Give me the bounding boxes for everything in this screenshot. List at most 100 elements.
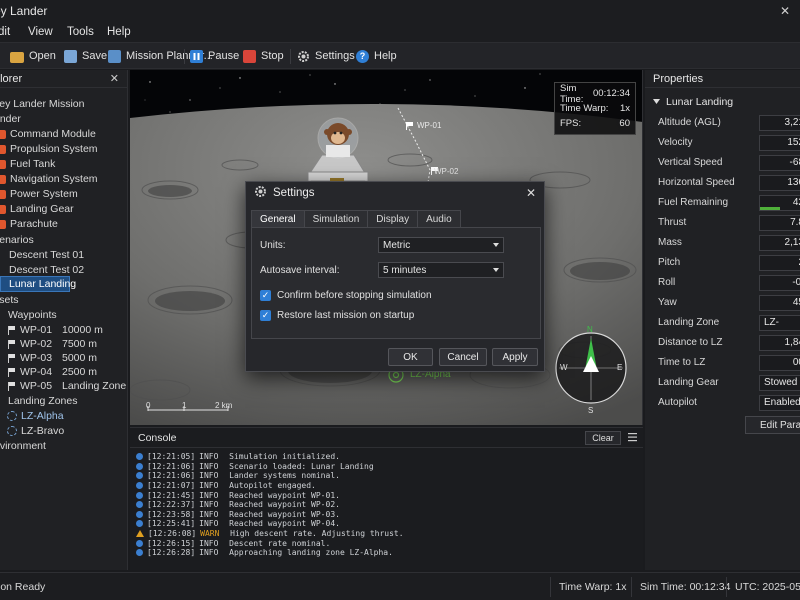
save-button[interactable]: Save [64, 47, 107, 65]
open-button[interactable]: Open [10, 47, 56, 65]
tree-item-wp01[interactable]: WP-01 10000 m [7, 323, 127, 337]
chevron-down-icon [653, 99, 660, 104]
tree-item-wp02[interactable]: WP-02 7500 m [7, 337, 127, 351]
log-line: [12:21:05] INFO Simulation initialized. [136, 452, 404, 462]
flag-icon [7, 325, 16, 335]
menu-edit[interactable]: dit [0, 26, 10, 38]
status-separator [550, 577, 551, 597]
prop-fuel: Fuel Remaining42 [645, 193, 800, 213]
ok-button[interactable]: OK [388, 348, 433, 366]
settings-button[interactable]: Settings [297, 47, 355, 65]
tree-item-navigation[interactable]: Navigation System [0, 172, 98, 186]
tree-item-propulsion[interactable]: Propulsion System [0, 142, 98, 156]
tree-item-mission[interactable]: key Lander Mission [0, 97, 84, 111]
pause-icon [190, 49, 203, 63]
confirm-stop-checkbox[interactable]: ✓ Confirm before stopping simulation [260, 290, 432, 301]
tree-item-lunar-landing[interactable]: Lunar Landing [0, 276, 76, 292]
pause-button[interactable]: Pause [190, 47, 239, 65]
checkmark-icon: ✓ [260, 290, 271, 301]
properties-section[interactable]: Lunar Landing [653, 96, 733, 108]
tree-item-landing-zones[interactable]: Landing Zones [8, 394, 77, 408]
info-icon [136, 501, 143, 509]
clear-console-button[interactable]: Clear [585, 431, 621, 445]
tree-item-fuel-tank[interactable]: Fuel Tank [0, 157, 55, 171]
menu-tools[interactable]: Tools [67, 26, 94, 38]
tree-item-power[interactable]: Power System [0, 187, 78, 201]
menu-help[interactable]: Help [107, 26, 131, 38]
console-header: Console [130, 428, 643, 448]
log-line: [12:26:08] WARN High descent rate. Adjusti… [136, 529, 404, 539]
cancel-button[interactable]: Cancel [439, 348, 487, 366]
part-icon [0, 204, 6, 214]
landing-gear-select[interactable]: Stowed [759, 375, 800, 391]
folder-icon [10, 51, 24, 63]
close-panel-icon[interactable]: ✕ [110, 72, 119, 85]
info-icon [136, 472, 143, 480]
prop-mass: Mass2,13 [645, 233, 800, 253]
hamburger-menu-icon[interactable] [628, 432, 637, 442]
tab-general[interactable]: General [251, 210, 305, 227]
prop-value[interactable]: 45 [759, 295, 800, 311]
info-icon [136, 549, 143, 557]
tab-audio[interactable]: Audio [417, 210, 461, 227]
tree-item-wp04[interactable]: WP-04 2500 m [7, 365, 127, 379]
prop-value[interactable]: 3,21 [759, 115, 800, 131]
tab-display[interactable]: Display [367, 210, 419, 227]
part-icon [0, 174, 6, 184]
tree-item-assets[interactable]: ssets [0, 293, 19, 307]
prop-value[interactable]: 1,84 [759, 335, 800, 351]
chevron-down-icon [493, 268, 499, 272]
prop-value[interactable]: -68 [759, 155, 800, 171]
prop-value[interactable]: 00 [759, 355, 800, 371]
status-separator [631, 577, 632, 597]
units-select[interactable]: Metric [378, 237, 504, 253]
help-button[interactable]: ? Help [356, 47, 397, 65]
close-icon[interactable]: ✕ [526, 186, 536, 200]
tab-simulation[interactable]: Simulation [303, 210, 369, 227]
status-bar: ion Ready Time Warp: 1x Sim Time: 00:12:… [0, 572, 800, 600]
sim-time-value: 00:12:34 [593, 88, 630, 99]
restore-mission-checkbox[interactable]: ✓ Restore last mission on startup [260, 310, 414, 321]
prop-value[interactable]: 2,13 [759, 235, 800, 251]
tree-item-descent-01[interactable]: Descent Test 01 [9, 248, 84, 262]
tree-item-waypoints[interactable]: Waypoints [8, 308, 57, 322]
tree-item-parachute[interactable]: Parachute [0, 217, 58, 231]
prop-pitch: Pitch2 [645, 253, 800, 273]
part-icon [0, 144, 6, 154]
stop-button[interactable]: Stop [243, 47, 284, 65]
scale-0: 0 [146, 401, 151, 410]
tree-item-landing-gear[interactable]: Landing Gear [0, 202, 74, 216]
close-window-icon[interactable]: ✕ [770, 0, 800, 22]
autopilot-select[interactable]: Enabled [759, 395, 800, 411]
fuel-bar[interactable]: 42 [759, 195, 800, 211]
log-line: [12:21:06] INFO Lander systems nominal. [136, 471, 404, 481]
tree-item-wp05[interactable]: WP-05 Landing Zone [7, 379, 127, 393]
tree-item-lander[interactable]: ander [0, 112, 21, 126]
autosave-select[interactable]: 5 minutes [378, 262, 504, 278]
target-icon [7, 426, 17, 436]
tree-item-lz-bravo[interactable]: LZ-Bravo [7, 424, 64, 438]
tree-item-lz-alpha[interactable]: LZ-Alpha [7, 409, 64, 423]
part-icon [0, 189, 6, 199]
status-time-warp: Time Warp: 1x [559, 581, 627, 593]
tree-item-environment[interactable]: nvironment [0, 439, 46, 453]
compass-w: W [560, 363, 568, 372]
tree-item-command-module[interactable]: Command Module [0, 127, 96, 141]
prop-distance-lz: Distance to LZ1,84 [645, 333, 800, 353]
menu-view[interactable]: View [28, 26, 53, 38]
log-line: [12:26:28] INFO Approaching landing zone L… [136, 548, 404, 558]
tree-item-wp03[interactable]: WP-03 5000 m [7, 351, 127, 365]
tree-item-descent-02[interactable]: Descent Test 02 [9, 263, 84, 277]
prop-value[interactable]: 136 [759, 175, 800, 191]
prop-value[interactable]: -0. [759, 275, 800, 291]
prop-value[interactable]: 2 [759, 255, 800, 271]
landing-zone-select[interactable]: LZ-Alpha [759, 315, 800, 331]
planner-icon [108, 49, 121, 63]
prop-value[interactable]: 152 [759, 135, 800, 151]
part-icon [0, 219, 6, 229]
waypoint-label-wp02: WP-02 [434, 167, 459, 176]
apply-button[interactable]: Apply [492, 348, 538, 366]
edit-parameters-button[interactable]: Edit Parame [745, 416, 800, 434]
tree-item-scenarios[interactable]: cenarios [0, 233, 34, 247]
prop-value[interactable]: 7.8 [759, 215, 800, 231]
